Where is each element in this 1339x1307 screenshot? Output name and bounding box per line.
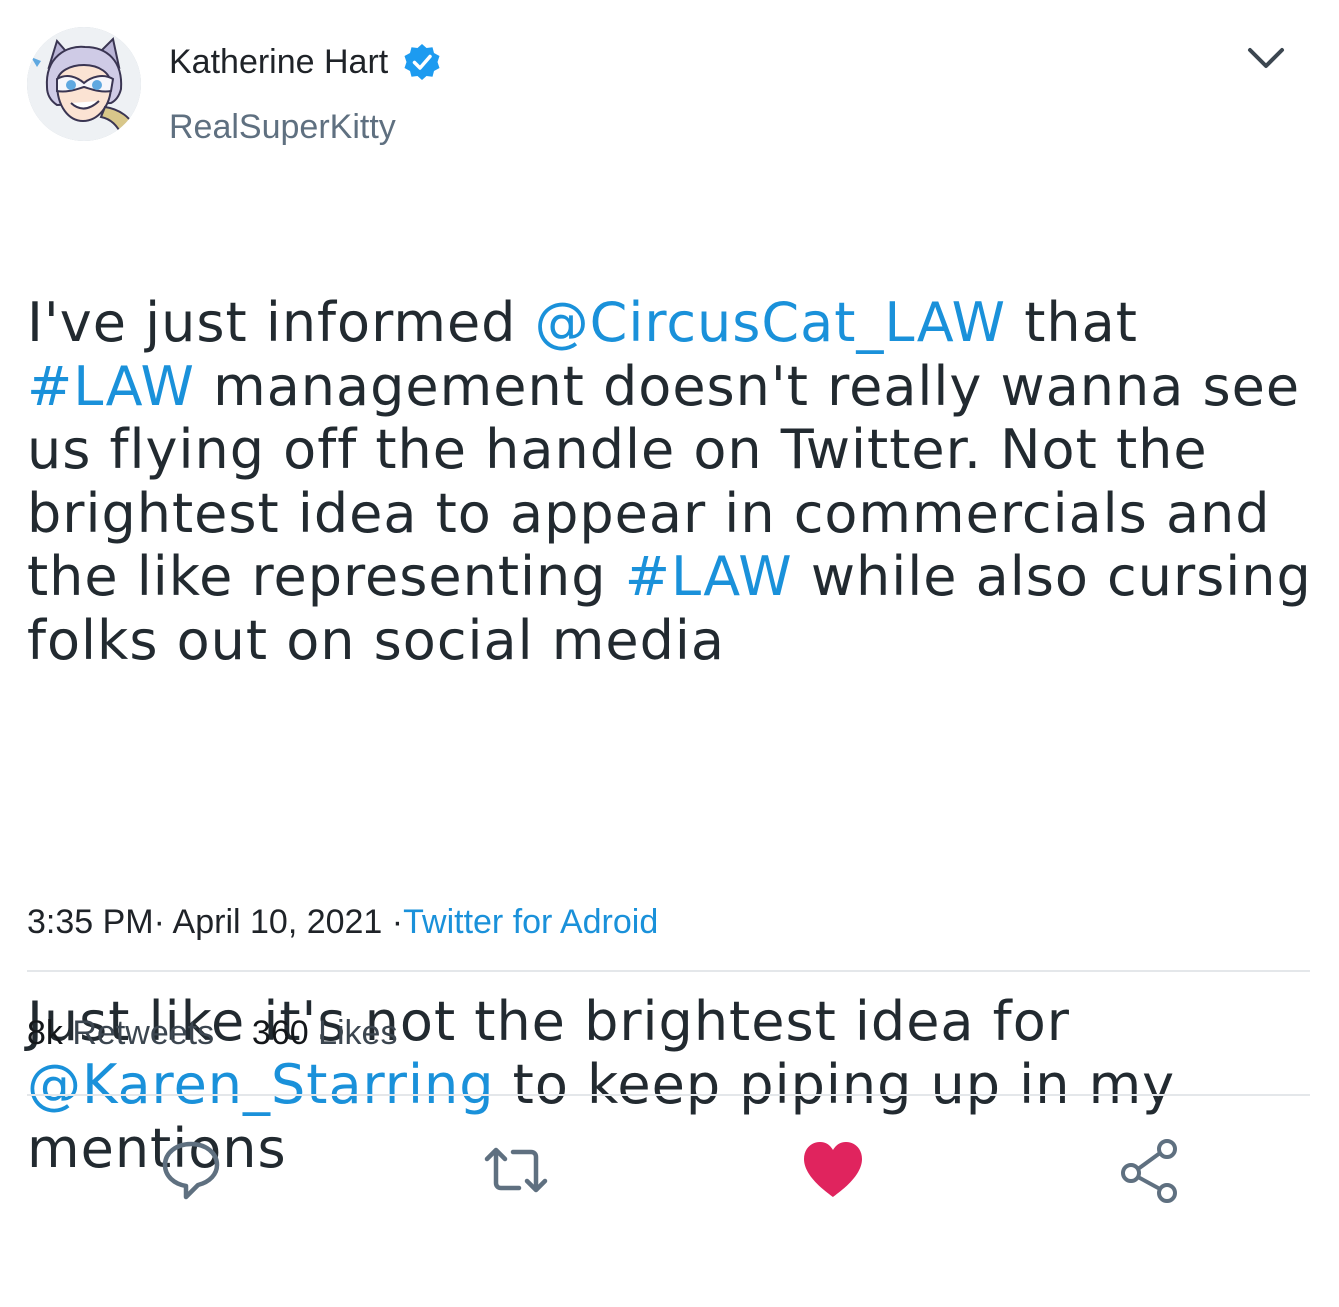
mention-link[interactable]: @CircusCat_LAW bbox=[535, 291, 1006, 354]
tweet-date[interactable]: April 10, 2021 bbox=[173, 903, 383, 941]
hashtag-link[interactable]: #LAW bbox=[27, 355, 195, 418]
verified-badge-icon bbox=[404, 44, 440, 80]
avatar[interactable] bbox=[27, 27, 141, 141]
tweet-source-link[interactable]: Twitter for Adroid bbox=[403, 903, 658, 941]
likes-count: 360 bbox=[251, 1014, 309, 1052]
tweet-paragraph: I've just informed @CircusCat_LAW that #… bbox=[27, 291, 1317, 672]
retweet-icon[interactable] bbox=[481, 1135, 551, 1205]
like-icon[interactable] bbox=[798, 1135, 868, 1205]
share-icon[interactable] bbox=[1117, 1135, 1187, 1205]
tweet-time[interactable]: 3:35 PM bbox=[27, 903, 154, 941]
retweets-stat[interactable]: 8k Retweets bbox=[27, 1014, 214, 1052]
divider bbox=[27, 1094, 1310, 1096]
display-name-text[interactable]: Katherine Hart bbox=[169, 43, 388, 82]
author-handle[interactable]: RealSuperKitty bbox=[169, 108, 396, 147]
divider bbox=[27, 970, 1310, 972]
tweet-stats: 8k Retweets 360 Likes bbox=[27, 1014, 397, 1053]
author-display-name[interactable]: Katherine Hart bbox=[169, 42, 442, 82]
likes-stat[interactable]: 360 Likes bbox=[252, 1014, 398, 1052]
likes-label: Likes bbox=[318, 1014, 398, 1052]
chevron-down-icon[interactable] bbox=[1244, 40, 1288, 76]
text-span: that bbox=[1006, 291, 1157, 354]
tweet-meta: 3:35 PM· April 10, 2021 ·Twitter for Adr… bbox=[27, 903, 658, 942]
meta-separator: · bbox=[153, 903, 165, 941]
retweets-count: 8k bbox=[27, 1014, 63, 1052]
reply-icon[interactable] bbox=[156, 1135, 226, 1205]
mention-link[interactable]: @Karen_Starring bbox=[27, 1053, 495, 1116]
hashtag-link[interactable]: #LAW bbox=[625, 545, 793, 608]
paragraph-spacer: ​ bbox=[27, 799, 1317, 863]
anime-cat-girl-avatar-icon bbox=[27, 27, 141, 141]
meta-separator: · bbox=[391, 903, 404, 941]
retweets-label: Retweets bbox=[72, 1014, 215, 1052]
text-span: I've just informed bbox=[27, 291, 535, 354]
tweet-card: Katherine Hart RealSuperKitty I've just … bbox=[0, 0, 1339, 1251]
